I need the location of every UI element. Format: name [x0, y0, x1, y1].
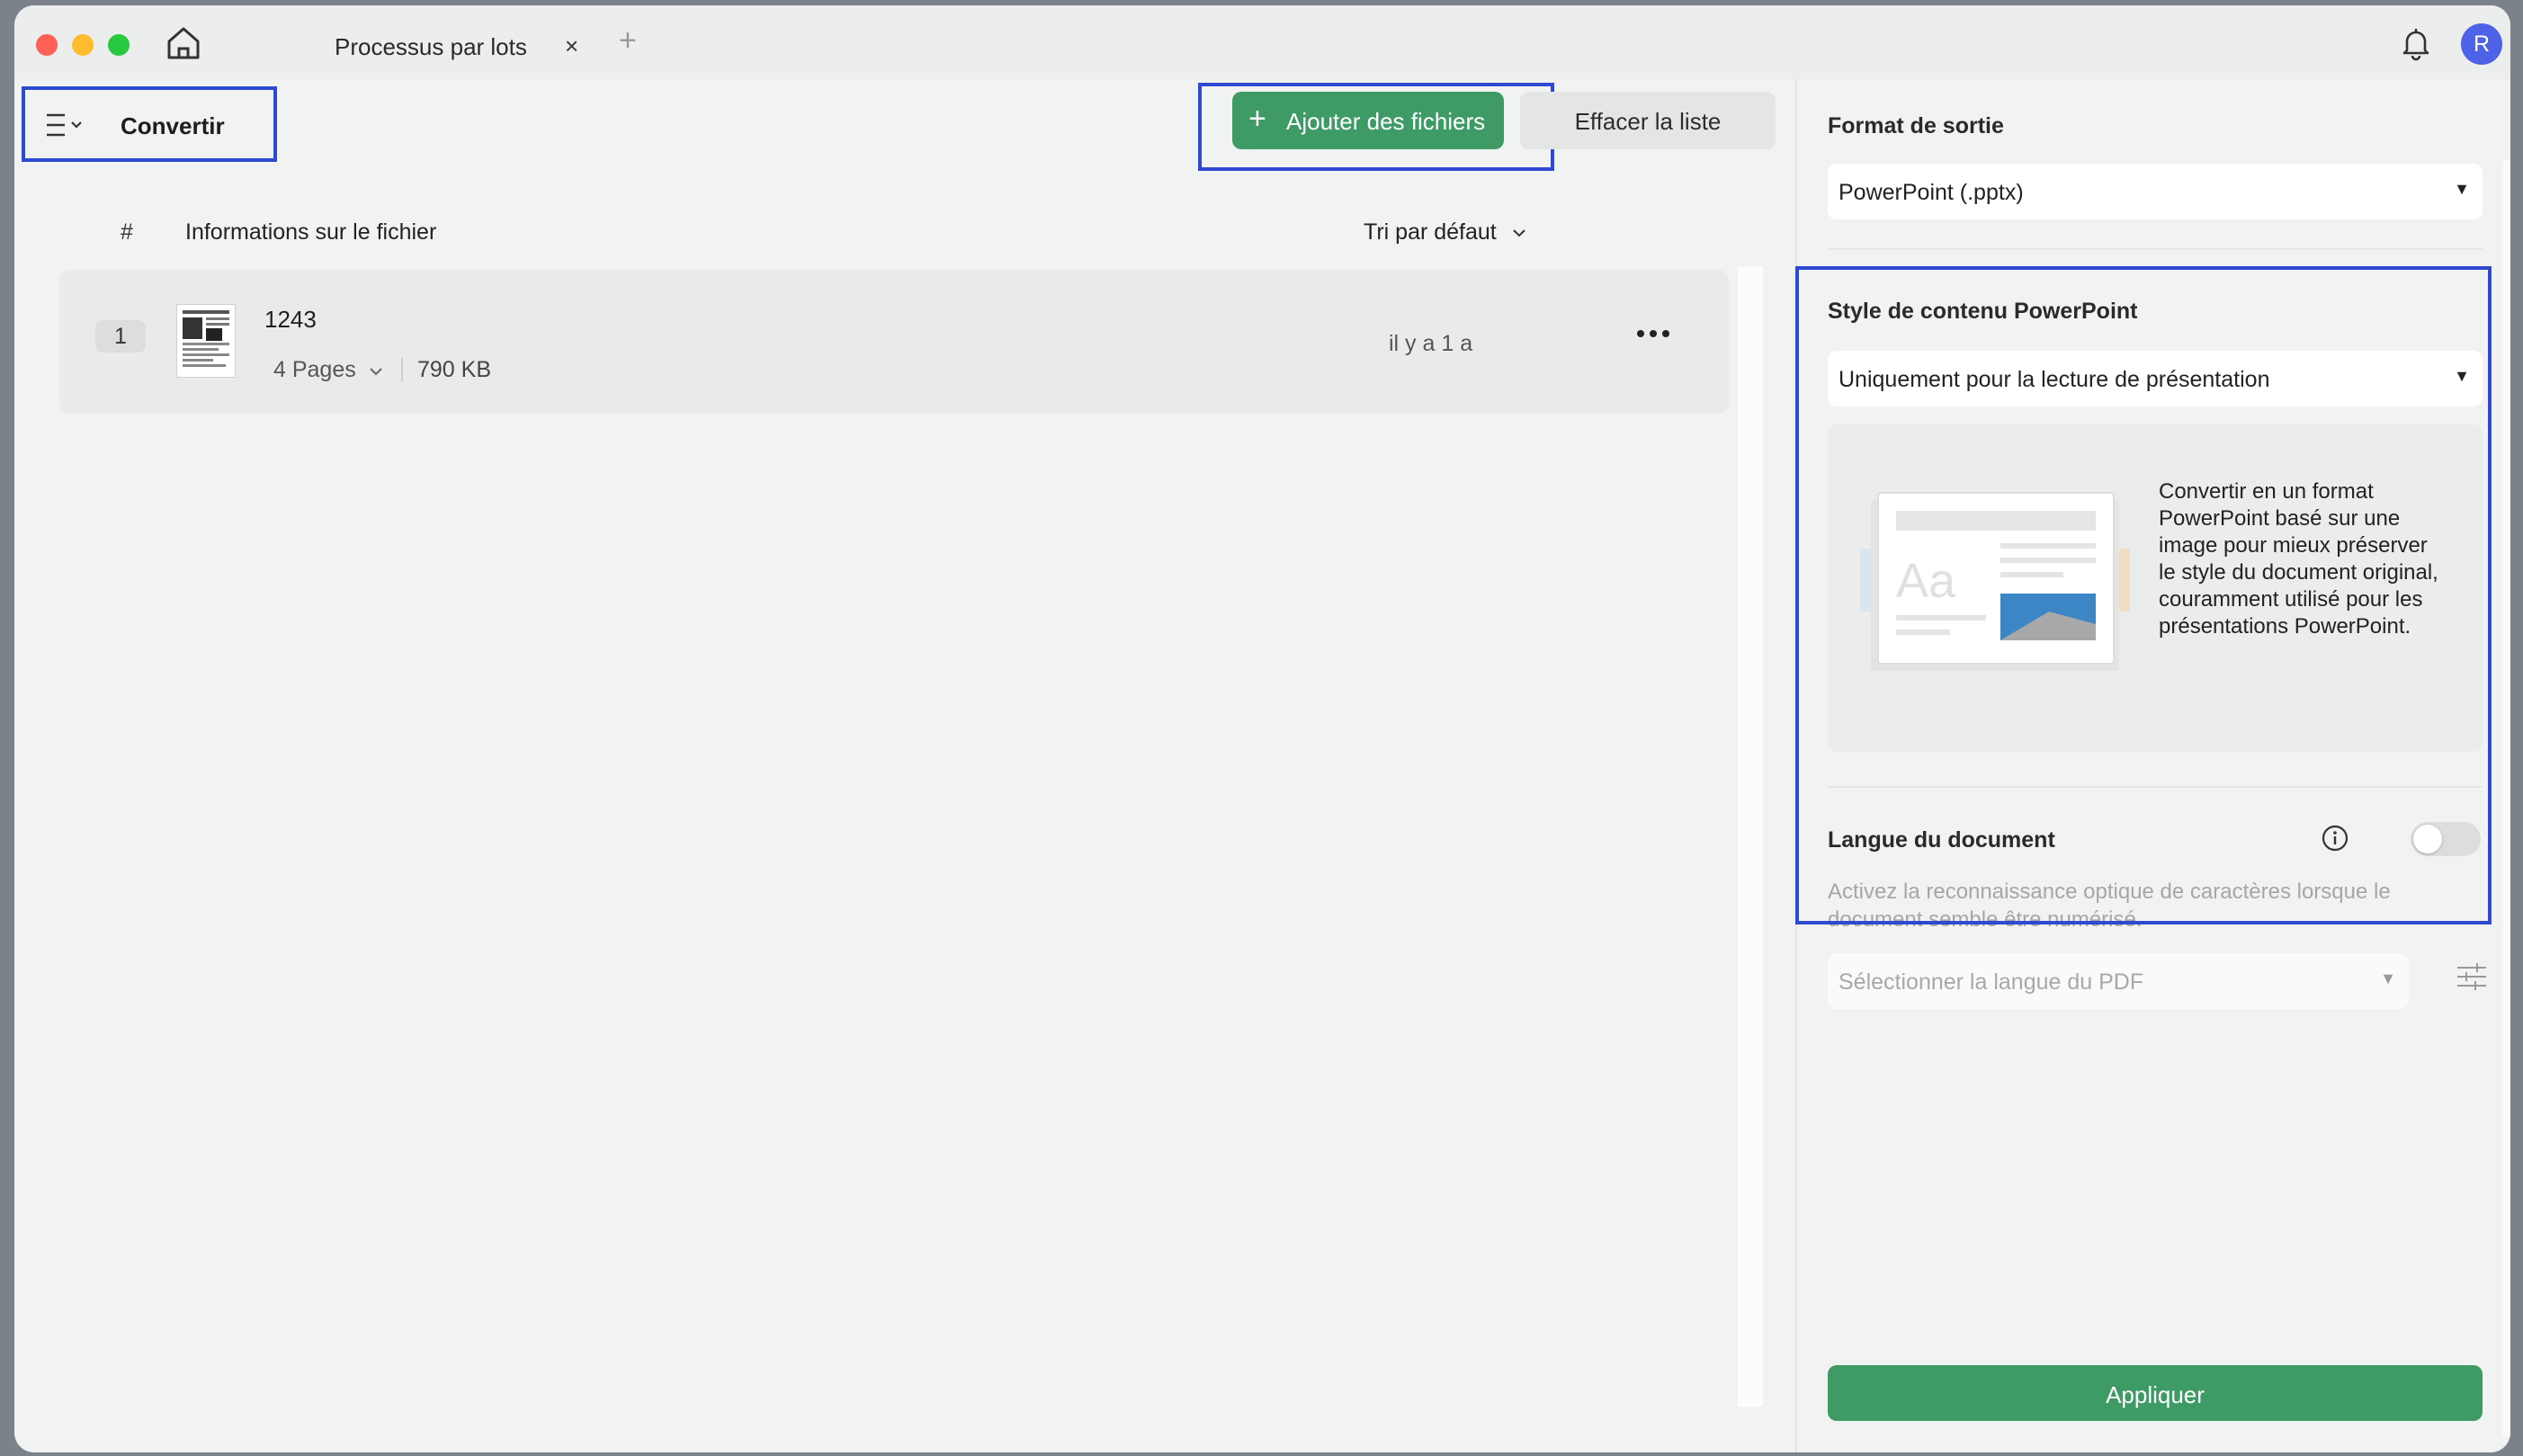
tab-batch-process[interactable]: Processus par lots × [311, 20, 608, 70]
column-header-file-info: Informations sur le fichier [185, 219, 437, 245]
close-window-button[interactable] [36, 34, 58, 56]
clear-list-label: Effacer la liste [1574, 108, 1722, 135]
output-format-value: PowerPoint (.pptx) [1839, 180, 2024, 205]
app-window: Processus par lots × + R Convertir + Ajo… [14, 5, 2510, 1452]
file-list-scrollbar[interactable] [1738, 266, 1763, 1407]
file-size: 790 KB [417, 357, 492, 382]
divider [1828, 248, 2483, 250]
sort-label: Tri par défaut [1364, 219, 1497, 245]
column-header-index: # [121, 219, 133, 245]
user-avatar[interactable]: R [2461, 23, 2502, 65]
file-list-panel: Convertir + Ajouter des fichiers Effacer… [14, 79, 1792, 1452]
clear-list-button[interactable]: Effacer la liste [1520, 92, 1776, 149]
page-count-label: 4 Pages [273, 357, 356, 382]
pdf-language-placeholder: Sélectionner la langue du PDF [1839, 969, 2144, 995]
bell-icon[interactable] [2396, 23, 2436, 63]
tab-close-button[interactable]: × [565, 32, 578, 60]
apply-button[interactable]: Appliquer [1828, 1365, 2483, 1421]
home-icon[interactable] [164, 23, 203, 63]
chevron-down-icon [1513, 229, 1525, 237]
tab-title: Processus par lots [335, 33, 527, 60]
page-count-dropdown[interactable]: 4 Pages [273, 357, 384, 383]
highlight-mode-menu [22, 86, 277, 162]
file-name: 1243 [264, 306, 317, 333]
minimize-window-button[interactable] [72, 34, 94, 56]
file-timestamp: il y a 1 a [1389, 331, 1473, 356]
file-row[interactable]: 1 1243 4 Pages 790 KB il y a 1 a [59, 270, 1729, 414]
chevron-down-icon [369, 368, 382, 376]
highlight-content-style [1795, 266, 2492, 925]
new-tab-button[interactable]: + [619, 25, 637, 56]
output-format-select[interactable]: PowerPoint (.pptx) ▼ [1828, 164, 2483, 219]
sliders-icon[interactable] [2456, 960, 2488, 993]
title-bar: Processus par lots × + R [14, 5, 2510, 79]
highlight-add-files [1198, 83, 1554, 171]
apply-label: Appliquer [2106, 1381, 2205, 1408]
document-thumbnail-icon [183, 310, 229, 367]
divider [401, 358, 403, 381]
pdf-language-select[interactable]: Sélectionner la langue du PDF ▼ [1828, 953, 2409, 1009]
sort-dropdown[interactable]: Tri par défaut [1364, 219, 1528, 246]
file-index: 1 [95, 320, 146, 353]
output-format-title: Format de sortie [1828, 113, 2004, 138]
file-thumbnail [176, 304, 236, 378]
maximize-window-button[interactable] [108, 34, 130, 56]
dropdown-arrow-icon: ▼ [2454, 180, 2470, 198]
dropdown-arrow-icon: ▼ [2380, 969, 2396, 987]
settings-scrollbar[interactable] [2502, 160, 2510, 1437]
more-horizontal-icon[interactable] [1635, 322, 1671, 345]
